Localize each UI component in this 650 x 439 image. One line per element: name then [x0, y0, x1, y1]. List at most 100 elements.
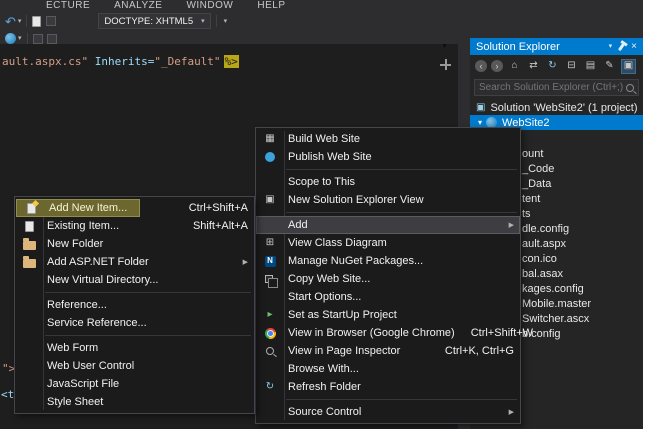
menu-item-label: Manage NuGet Packages...: [288, 255, 424, 267]
tree-item-solution[interactable]: ▣ Solution 'WebSite2' (1 project): [470, 100, 643, 115]
directive-close-highlight: %>: [223, 55, 239, 68]
forward-icon[interactable]: ›: [491, 60, 503, 72]
existing-item-icon: [15, 220, 43, 232]
menu-item-label: Publish Web Site: [288, 151, 372, 163]
code-string: "_Default": [154, 55, 221, 68]
back-icon[interactable]: ‹: [475, 60, 487, 72]
menu-item-javascript-file[interactable]: JavaScript File: [15, 375, 254, 393]
menu-item-web-form[interactable]: Web Form: [15, 339, 254, 357]
refresh-icon[interactable]: ↻: [545, 59, 560, 74]
doctype-combo[interactable]: DOCTYPE: XHTML5 ▾: [98, 13, 211, 29]
submenu-arrow-icon: ▶: [508, 408, 514, 416]
menu-item-new-virtual-directory[interactable]: New Virtual Directory...: [15, 271, 254, 289]
search-icon[interactable]: [626, 83, 634, 92]
tree-item-label: con.ico: [522, 252, 557, 265]
menu-item-view-in-browser[interactable]: View in Browser (Google Chrome) Ctrl+Shi…: [256, 324, 533, 342]
panel-title: Solution Explorer: [476, 40, 560, 53]
add-new-item-icon: [17, 202, 45, 214]
menu-item-label: Service Reference...: [47, 317, 147, 329]
toolbar-icon[interactable]: [46, 33, 57, 44]
menu-item-label: View in Page Inspector: [288, 345, 401, 357]
menu-item-label: Add New Item...: [49, 202, 128, 214]
menu-item-help[interactable]: HELP: [257, 0, 285, 11]
tree-item-label: ault.aspx: [522, 237, 567, 250]
nav-dropdown-icon[interactable]: ▼: [441, 43, 448, 50]
new-file-icon[interactable]: [32, 15, 42, 27]
tree-item-label: ts: [522, 207, 531, 220]
menu-shortcut: Ctrl+Shift+W: [470, 327, 534, 339]
menu-item-new-folder[interactable]: New Folder: [15, 235, 254, 253]
menu-item-label: Web Form: [47, 342, 99, 354]
tree-item-label: dle.config: [522, 222, 570, 235]
menu-item-copy-web-site[interactable]: Copy Web Site...: [256, 270, 520, 288]
menu-item-label: Set as StartUp Project: [288, 309, 397, 321]
menu-separator: [45, 292, 251, 293]
menu-item-existing-item[interactable]: Existing Item... Shift+Alt+A: [15, 217, 254, 235]
chevron-down-icon[interactable]: ▾: [18, 18, 22, 25]
page-inspector-icon: [256, 347, 284, 355]
menu-item-add-new-item[interactable]: Add New Item... Ctrl+Shift+A: [15, 199, 254, 217]
sync-icon[interactable]: ⇄: [526, 59, 541, 74]
tree-item-label: kages.config: [522, 282, 584, 295]
menu-item-publish-web-site[interactable]: Publish Web Site: [256, 148, 520, 166]
menu-item-label: View Class Diagram: [288, 237, 387, 249]
highlight-marker: Add New Item...: [17, 200, 140, 216]
menu-item-view-in-page-inspector[interactable]: View in Page Inspector Ctrl+K, Ctrl+G: [256, 342, 520, 360]
menu-item-label: JavaScript File: [47, 378, 120, 390]
visual-studio-window: ECTURE ANALYZE WINDOW HELP ↶ ▾ DOCTYPE: …: [0, 0, 643, 429]
tree-item-label: Switcher.ascx: [522, 312, 590, 325]
browser-select-icon[interactable]: [5, 33, 16, 44]
menu-item-label: Scope to This: [288, 176, 356, 188]
menu-item-label: Refresh Folder: [288, 381, 361, 393]
solution-explorer-toolbar: ‹ › ⌂ ⇄ ↻ ⊟ ▤ ✎ ▣: [470, 55, 643, 77]
menu-item-new-solution-explorer-view[interactable]: ▣ New Solution Explorer View: [256, 191, 520, 209]
tree-item-label: tent: [522, 192, 541, 205]
preview-selected-icon[interactable]: ▣: [621, 58, 636, 74]
menu-item-add-aspnet-folder[interactable]: Add ASP.NET Folder ▶: [15, 253, 254, 271]
context-menu: ▦ Build Web Site Publish Web Site Scope …: [255, 127, 533, 424]
menu-item-label: New Solution Explorer View: [288, 194, 424, 206]
window-position-icon[interactable]: ▾: [609, 43, 613, 50]
home-icon[interactable]: ⌂: [507, 59, 522, 74]
menu-separator: [45, 335, 251, 336]
menu-item-browse-with[interactable]: Browse With...: [256, 360, 520, 378]
menu-item-window[interactable]: WINDOW: [186, 0, 233, 11]
menu-item-build-web-site[interactable]: ▦ Build Web Site: [256, 130, 520, 148]
menu-item-reference[interactable]: Reference...: [15, 296, 254, 314]
menu-item-architecture[interactable]: ECTURE: [46, 0, 90, 11]
save-icon[interactable]: [46, 16, 57, 26]
tree-item-label: ount: [522, 147, 544, 160]
search-input[interactable]: [479, 82, 626, 93]
code-attribute: Inherits=: [88, 55, 155, 68]
menu-item-label: Start Options...: [288, 291, 362, 303]
menu-item-view-class-diagram[interactable]: ⊞ View Class Diagram: [256, 234, 520, 252]
chevron-down-icon[interactable]: ▾: [18, 35, 22, 42]
menu-separator: [286, 399, 517, 400]
menu-item-start-options[interactable]: Start Options...: [256, 288, 520, 306]
menu-item-scope-to-this[interactable]: Scope to This: [256, 173, 520, 191]
toolbar-overflow-icon[interactable]: ▾: [224, 18, 228, 25]
menu-item-label: Copy Web Site...: [288, 273, 371, 285]
menu-item-source-control[interactable]: Source Control ▶: [256, 403, 520, 421]
properties-icon[interactable]: ✎: [602, 59, 617, 74]
collapse-all-icon[interactable]: ⊟: [564, 59, 579, 74]
menu-item-style-sheet[interactable]: Style Sheet: [15, 393, 254, 411]
close-icon[interactable]: ×: [631, 41, 637, 52]
menu-item-add[interactable]: Add ▶: [256, 216, 520, 234]
navigate-back-icon[interactable]: ↶: [5, 15, 16, 28]
search-box[interactable]: [474, 79, 639, 96]
menu-item-manage-nuget-packages[interactable]: N Manage NuGet Packages...: [256, 252, 520, 270]
show-all-files-icon[interactable]: ▤: [583, 59, 598, 74]
scrollbar-split-icon[interactable]: [440, 59, 451, 70]
pin-icon[interactable]: [618, 42, 626, 51]
menu-item-web-user-control[interactable]: Web User Control: [15, 357, 254, 375]
menu-item-label: Add ASP.NET Folder: [47, 256, 149, 268]
menu-item-analyze[interactable]: ANALYZE: [114, 0, 162, 11]
menu-item-refresh-folder[interactable]: ↻ Refresh Folder: [256, 378, 520, 396]
expander-icon[interactable]: ▾: [478, 118, 482, 127]
menu-separator: [286, 212, 517, 213]
menu-item-service-reference[interactable]: Service Reference...: [15, 314, 254, 332]
toolbar-icon[interactable]: [32, 33, 43, 44]
menu-item-set-as-startup-project[interactable]: ▸ Set as StartUp Project: [256, 306, 520, 324]
solution-explorer-titlebar[interactable]: Solution Explorer ▾ ×: [470, 38, 643, 55]
